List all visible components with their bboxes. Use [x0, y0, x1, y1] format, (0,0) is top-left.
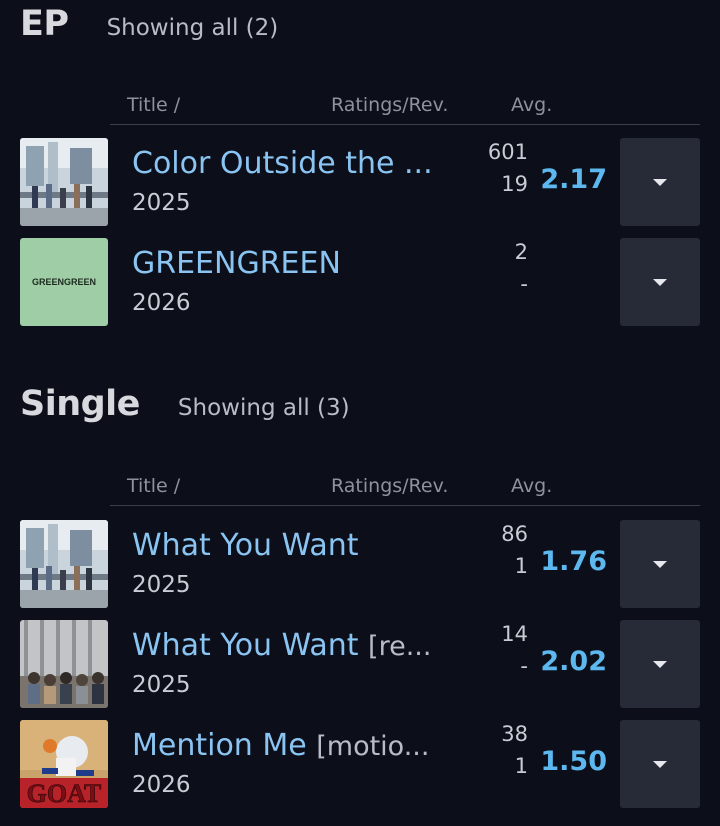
column-headers: Title / Ratings/Rev. Avg. — [0, 94, 720, 126]
column-title-header[interactable]: Title / — [127, 475, 180, 497]
ratings-count: 86 — [501, 522, 528, 546]
cover-art-text: GOAT — [27, 779, 102, 808]
column-avg-header[interactable]: Avg. — [511, 475, 552, 497]
divider — [110, 124, 700, 125]
release-title[interactable]: Color Outside the ... — [132, 146, 433, 181]
release-year: 2026 — [132, 772, 191, 798]
release-title-link[interactable]: GREENGREEN — [132, 246, 341, 281]
release-row: GOAT Mention Me [motio... 2026 38 1 1.50 — [0, 720, 720, 810]
column-title-header[interactable]: Title / — [127, 94, 180, 116]
release-title-link[interactable]: Mention Me [motio... — [132, 728, 429, 763]
release-row: Color Outside the ... 2025 601 19 2.17 — [0, 138, 720, 228]
cover-art-text: GREENGREEN — [20, 238, 108, 326]
cover-art[interactable] — [20, 620, 108, 708]
column-ratings-header[interactable]: Ratings/Rev. — [331, 475, 448, 497]
ratings-count: 601 — [487, 140, 528, 164]
ratings-count: 2 — [514, 240, 528, 264]
column-headers: Title / Ratings/Rev. Avg. — [0, 475, 720, 507]
release-row: GREENGREEN GREENGREEN 2026 2 - — [0, 238, 720, 328]
section-count: Showing all (3) — [177, 395, 350, 421]
ratings-count: 14 — [501, 622, 528, 646]
reviews-count: 19 — [501, 172, 528, 196]
section-header-ep: EP Showing all (2) — [20, 4, 278, 44]
chevron-down-icon — [653, 660, 667, 668]
section-header-single: Single Showing all (3) — [20, 384, 350, 424]
chevron-down-icon — [653, 560, 667, 568]
average-rating: 2.02 — [540, 646, 607, 677]
release-title[interactable]: Mention Me — [132, 728, 316, 763]
release-menu-button[interactable] — [620, 620, 700, 708]
average-rating: 1.50 — [540, 746, 607, 777]
cover-art[interactable] — [20, 138, 108, 226]
cover-art[interactable]: GREENGREEN — [20, 238, 108, 326]
reviews-count: 1 — [514, 754, 528, 778]
cover-art[interactable] — [20, 520, 108, 608]
chevron-down-icon — [653, 760, 667, 768]
release-title-link[interactable]: Color Outside the ... — [132, 146, 433, 181]
release-title[interactable]: What You Want — [132, 528, 359, 563]
divider — [110, 505, 700, 506]
release-title[interactable]: What You Want — [132, 628, 368, 663]
reviews-count: - — [520, 654, 528, 678]
cover-art[interactable]: GOAT — [20, 720, 108, 808]
release-row: What You Want [re... 2025 14 - 2.02 — [0, 620, 720, 710]
reviews-count: 1 — [514, 554, 528, 578]
release-year: 2025 — [132, 190, 191, 216]
section-title: Single — [20, 384, 140, 424]
release-title-extra: [motio... — [316, 731, 430, 762]
release-year: 2025 — [132, 572, 191, 598]
release-title-link[interactable]: What You Want [re... — [132, 628, 431, 663]
release-menu-button[interactable] — [620, 238, 700, 326]
release-year: 2026 — [132, 290, 191, 316]
chevron-down-icon — [653, 178, 667, 186]
release-title-link[interactable]: What You Want — [132, 528, 359, 563]
column-ratings-header[interactable]: Ratings/Rev. — [331, 94, 448, 116]
release-row: What You Want 2025 86 1 1.76 — [0, 520, 720, 610]
ratings-count: 38 — [501, 722, 528, 746]
average-rating: 2.17 — [540, 164, 607, 195]
section-count: Showing all (2) — [106, 15, 279, 41]
section-title: EP — [20, 4, 69, 44]
release-title[interactable]: GREENGREEN — [132, 246, 341, 281]
release-year: 2025 — [132, 672, 191, 698]
release-menu-button[interactable] — [620, 720, 700, 808]
column-avg-header[interactable]: Avg. — [511, 94, 552, 116]
release-menu-button[interactable] — [620, 520, 700, 608]
release-title-extra: [re... — [368, 631, 432, 662]
reviews-count: - — [520, 272, 528, 296]
chevron-down-icon — [653, 278, 667, 286]
release-menu-button[interactable] — [620, 138, 700, 226]
average-rating: 1.76 — [540, 546, 607, 577]
